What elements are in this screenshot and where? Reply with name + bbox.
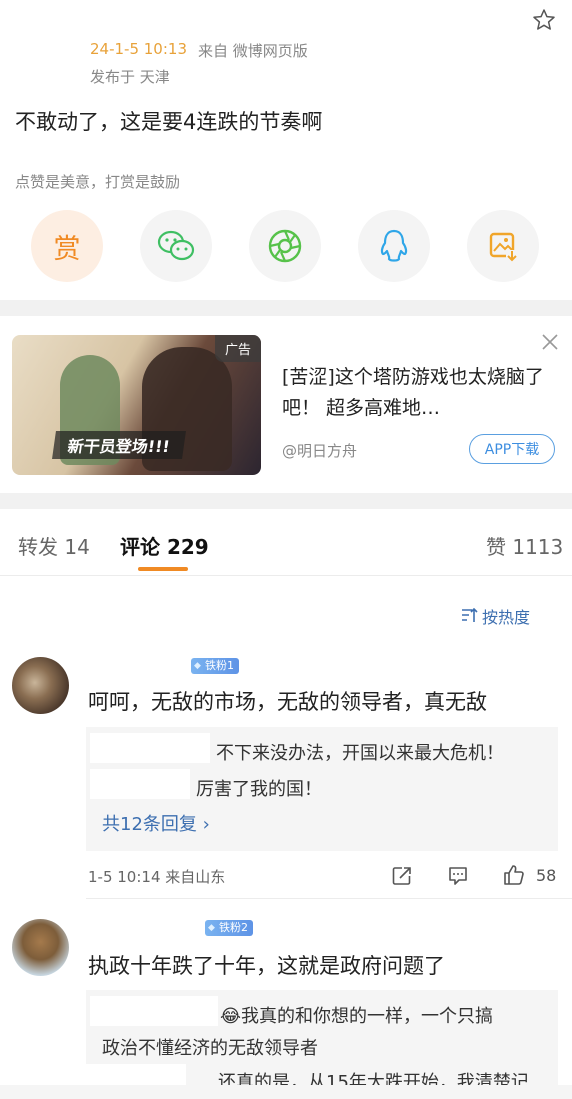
tab-reposts[interactable]: 转发 14 — [18, 531, 90, 560]
reply-box[interactable]: 不下来没办法，开国以来最大危机！ 厉害了我的国！ 共12条回复 › — [86, 727, 558, 851]
post-source: 来自 微博网页版 — [198, 42, 308, 60]
wechat-icon — [157, 230, 195, 261]
reply-box[interactable]: 😂我真的和你想的一样，一个只搞 政治不懂经济的无敌领导者 还真的是，从15年大跌… — [86, 990, 558, 1085]
fan-badge: 铁粉1 — [191, 658, 239, 674]
fan-badge: 铁粉2 — [205, 920, 253, 936]
reply-text: 政治不懂经济的无敌领导者 — [102, 1038, 318, 1059]
username-mask — [90, 996, 218, 1026]
username-mask — [90, 733, 210, 763]
bottom-bar — [0, 1085, 572, 1099]
ad-title[interactable]: [苦涩]这个塔防游戏也太烧脑了吧！ 超多高难地… — [282, 362, 547, 424]
reply-text: 厉害了我的国！ — [196, 779, 322, 800]
tab-divider — [0, 575, 572, 576]
reward-icon: 赏 — [53, 233, 81, 265]
app-download-button[interactable]: APP下载 — [469, 434, 555, 464]
reply-text: 不下来没办法，开国以来最大危机！ — [216, 743, 504, 764]
sort-by-heat[interactable]: 按热度 — [482, 604, 530, 628]
post-text: 不敢动了，这是要4连跌的节奏啊 — [15, 110, 323, 134]
save-image-button[interactable] — [467, 210, 539, 282]
reward-button[interactable]: 赏 — [31, 210, 103, 282]
comment-meta: 1-5 10:14 来自山东 — [88, 868, 226, 886]
active-tab-indicator — [138, 567, 188, 571]
reply-text: 还真的是，从15年大跌开始，我清楚记 — [218, 1072, 529, 1085]
comment-divider — [86, 898, 572, 899]
avatar[interactable] — [12, 919, 69, 976]
section-divider — [0, 300, 572, 316]
reward-tip: 点赞是美意，打赏是鼓励 — [15, 173, 181, 191]
like-icon[interactable] — [503, 864, 525, 886]
section-divider — [0, 493, 572, 509]
share-qq-button[interactable] — [358, 210, 430, 282]
more-replies-link[interactable]: 共12条回复 › — [102, 810, 210, 836]
sort-icon[interactable] — [460, 606, 478, 624]
moments-icon — [268, 229, 302, 263]
qq-icon — [380, 229, 408, 262]
tab-comments[interactable]: 评论 229 — [120, 531, 209, 560]
tab-likes[interactable]: 赞 1113 — [486, 531, 563, 560]
close-icon[interactable] — [541, 333, 559, 351]
username-mask — [86, 1064, 186, 1085]
ad-badge: 广告 — [214, 335, 261, 362]
share-wechat-button[interactable] — [140, 210, 212, 282]
ad-banner-text: 新干员登场!!! — [52, 431, 186, 459]
avatar[interactable] — [12, 657, 69, 714]
comment-text[interactable]: 执政十年跌了十年，这就是政府问题了 — [88, 950, 445, 980]
like-count: 58 — [536, 866, 557, 885]
share-moments-button[interactable] — [249, 210, 321, 282]
post-location: 发布于 天津 — [90, 68, 170, 86]
comment-icon[interactable] — [447, 865, 469, 887]
comment-text[interactable]: 呵呵，无敌的市场，无敌的领导者，真无敌 — [88, 686, 487, 716]
username-mask — [90, 769, 190, 799]
share-row: 赏 — [0, 210, 572, 282]
repost-icon[interactable] — [391, 865, 413, 887]
ad-image[interactable]: 新干员登场!!! 广告 — [12, 335, 261, 475]
post-time: 24-1-5 10:13 — [90, 40, 187, 58]
ad-author[interactable]: @明日方舟 — [282, 440, 357, 461]
save-image-icon — [489, 232, 518, 262]
reply-text: 😂我真的和你想的一样，一个只搞 — [220, 1006, 494, 1027]
favorite-star-icon[interactable] — [532, 8, 556, 32]
